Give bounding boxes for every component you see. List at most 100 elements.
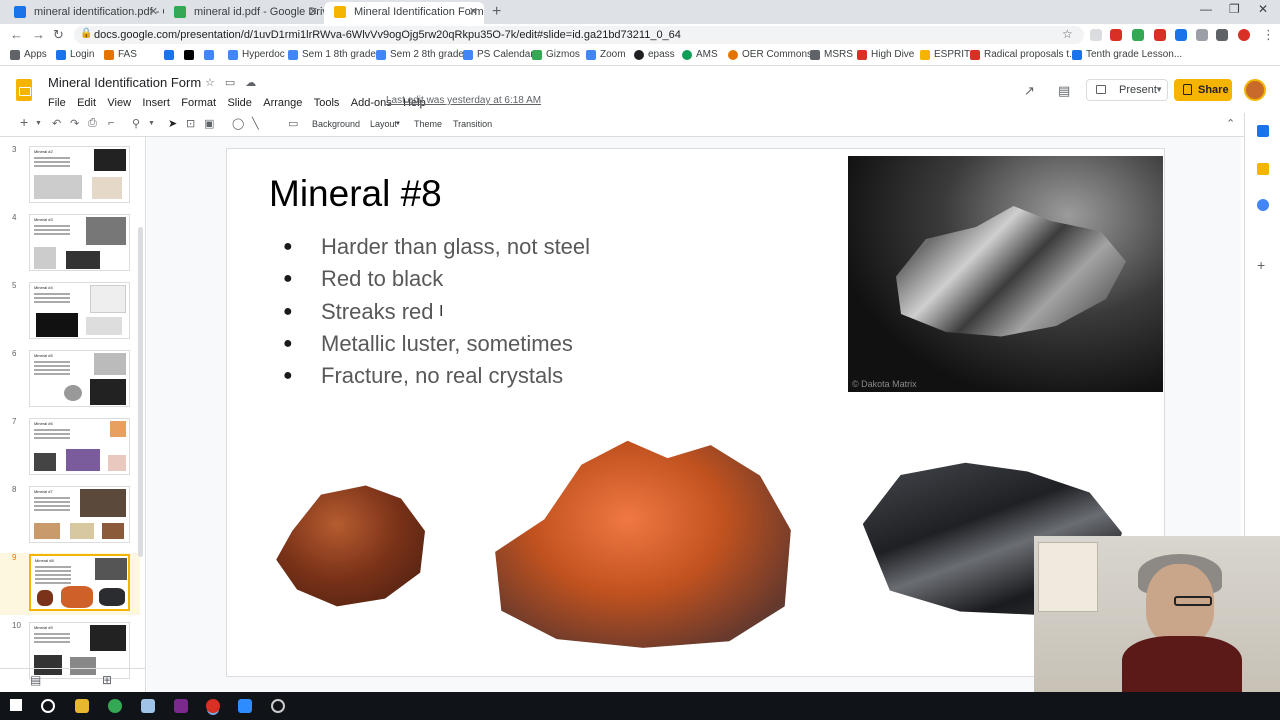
minimize-window-button[interactable]: — — [1200, 2, 1212, 16]
menu-tools[interactable]: Tools — [314, 97, 340, 109]
browser-tab-3-active[interactable]: Mineral Identification Form - Goo ✕ — [324, 2, 484, 24]
forward-icon[interactable]: → — [32, 27, 45, 42]
background-button[interactable]: Background — [312, 119, 360, 129]
hematite-photo[interactable]: © Dakota Matrix — [848, 156, 1163, 392]
extension-icon[interactable] — [1154, 29, 1166, 41]
bookmark-star-icon[interactable]: ☆ — [1062, 27, 1073, 41]
text-box-icon[interactable]: ⊡ — [186, 117, 195, 130]
line-icon[interactable]: ╲ — [252, 117, 259, 130]
menu-arrange[interactable]: Arrange — [263, 97, 302, 109]
extension-icon[interactable] — [1110, 29, 1122, 41]
new-slide-icon[interactable]: + — [20, 114, 28, 130]
bookmark-gizmos[interactable]: Gizmos — [532, 49, 580, 60]
app-icon[interactable] — [271, 699, 285, 713]
bookmark-radical-proposals[interactable]: Radical proposals t... — [970, 49, 1077, 60]
filmstrip-scrollbar[interactable] — [138, 227, 143, 557]
grid-view-icon[interactable]: ⊞ — [102, 673, 112, 687]
bookmark-apps[interactable]: Apps — [10, 49, 47, 60]
reload-icon[interactable]: ↻ — [53, 27, 64, 43]
bookmark-epass[interactable]: epass — [634, 49, 675, 60]
slide-bullet-list[interactable]: Harder than glass, not steel Red to blac… — [283, 231, 590, 392]
undo-icon[interactable]: ↶ — [52, 117, 61, 130]
record-icon[interactable] — [1238, 29, 1250, 41]
bookmark-sem2[interactable]: Sem 2 8th grade — [376, 49, 464, 60]
lock-icon[interactable]: 🔒 — [80, 28, 92, 39]
select-cursor-icon[interactable]: ➤ — [168, 117, 177, 130]
keep-icon[interactable] — [1257, 163, 1269, 175]
chevron-down-icon[interactable]: ▼ — [395, 121, 401, 127]
app-icon[interactable] — [141, 699, 155, 713]
browser-tab-2[interactable]: mineral id.pdf - Google Drive ✕ — [164, 2, 324, 24]
last-edit-link[interactable]: Last edit was yesterday at 6:18 AM — [386, 95, 541, 106]
extension-icon[interactable] — [1132, 29, 1144, 41]
close-window-button[interactable]: ✕ — [1258, 2, 1268, 16]
filmstrip-view-icon[interactable]: ▤ — [30, 673, 41, 687]
extension-icon[interactable] — [1175, 29, 1187, 41]
slide-thumbnail[interactable]: 8 Mineral #7 — [0, 485, 140, 547]
chrome-icon[interactable] — [108, 699, 122, 713]
address-bar[interactable]: docs.google.com/presentation/d/1uvD1rmi1… — [74, 26, 1084, 44]
orange-hematite-photo[interactable] — [495, 440, 791, 648]
chevron-down-icon[interactable]: ▼ — [1155, 80, 1163, 100]
bookmark-hyperdoc[interactable]: Hyperdoc — [228, 49, 285, 60]
document-title[interactable]: Mineral Identification Form — [48, 75, 201, 90]
zoom-icon[interactable] — [238, 699, 252, 713]
avatar[interactable] — [1244, 79, 1266, 101]
paint-format-icon[interactable]: ⌐ — [108, 117, 114, 129]
bookmark-msrs[interactable]: MSRS — [810, 49, 853, 60]
browser-menu-icon[interactable]: ⋮ — [1262, 27, 1275, 43]
redo-icon[interactable]: ↷ — [70, 117, 79, 130]
maximize-window-button[interactable]: ❐ — [1229, 2, 1240, 16]
cloud-status-icon[interactable]: ☁ — [245, 77, 266, 89]
new-tab-button[interactable]: + — [492, 3, 501, 21]
share-button[interactable]: Share — [1174, 79, 1232, 101]
shape-icon[interactable]: ◯ — [232, 117, 244, 130]
bookmark-fas[interactable]: FAS — [104, 49, 137, 60]
collapse-toolbar-icon[interactable]: ⌃ — [1226, 117, 1235, 130]
bookmark-sem1[interactable]: Sem 1 8th grade — [288, 49, 376, 60]
print-icon[interactable]: ⎙ — [88, 117, 97, 130]
menu-edit[interactable]: Edit — [77, 97, 96, 109]
slide-thumbnail[interactable]: 4 Mineral #3 — [0, 213, 140, 275]
current-slide[interactable]: Mineral #8 Harder than glass, not steel … — [227, 149, 1164, 676]
extensions-puzzle-icon[interactable] — [1216, 29, 1228, 41]
menu-slide[interactable]: Slide — [227, 97, 251, 109]
slide-thumbnail[interactable]: 7 Mineral #6 — [0, 417, 140, 479]
tasks-icon[interactable] — [1257, 199, 1269, 211]
ws-app-icon[interactable] — [174, 699, 188, 713]
calendar-icon[interactable] — [1257, 125, 1269, 137]
slide-thumbnail[interactable]: 5 Mineral #4 — [0, 281, 140, 343]
bookmark-high-dive[interactable]: High Dive — [857, 49, 914, 60]
chevron-down-icon[interactable]: ▼ — [35, 120, 42, 127]
close-tab-icon[interactable]: ✕ — [469, 2, 478, 22]
windows-start-icon[interactable] — [10, 699, 22, 711]
bookmark-oer[interactable]: OER Commons — [728, 49, 812, 60]
bookmark-login[interactable]: Login — [56, 49, 94, 60]
add-comment-icon[interactable]: ▭ — [288, 117, 298, 130]
layout-button[interactable]: Layout — [370, 119, 397, 129]
menu-file[interactable]: File — [48, 97, 66, 109]
comments-icon[interactable]: ▤ — [1058, 83, 1070, 99]
image-icon[interactable]: ▣ — [204, 117, 214, 130]
slide-thumbnail[interactable]: 3 Mineral #2 — [0, 145, 140, 207]
present-button[interactable]: Present ▼ — [1086, 79, 1168, 101]
extension-icon[interactable] — [1090, 29, 1102, 41]
zoom-icon[interactable]: ⚲ — [132, 117, 140, 130]
browser-tab-1[interactable]: mineral identification.pdf - Goog ✕ — [4, 2, 164, 24]
bookmark-tenth-grade[interactable]: Tenth grade Lesson... — [1072, 49, 1182, 60]
back-icon[interactable]: ← — [10, 27, 23, 42]
add-addon-icon[interactable]: + — [1257, 258, 1269, 272]
close-tab-icon[interactable]: ✕ — [149, 2, 158, 22]
search-icon[interactable] — [41, 699, 55, 713]
extension-icon[interactable] — [1196, 29, 1208, 41]
star-icon[interactable]: ☆ — [205, 77, 225, 89]
close-tab-icon[interactable]: ✕ — [309, 2, 318, 22]
transition-button[interactable]: Transition — [453, 119, 492, 129]
bookmark-esprit[interactable]: ESPRIT — [920, 49, 970, 60]
chevron-down-icon[interactable]: ▼ — [148, 120, 155, 127]
bookmark-zoom[interactable]: Zoom — [586, 49, 626, 60]
bookmark-ams[interactable]: AMS — [682, 49, 718, 60]
slide-thumbnail[interactable]: 6 Mineral #5 — [0, 349, 140, 411]
slide-title[interactable]: Mineral #8 — [269, 173, 442, 215]
bookmark-ps-calendar[interactable]: PS Calendar — [463, 49, 534, 60]
